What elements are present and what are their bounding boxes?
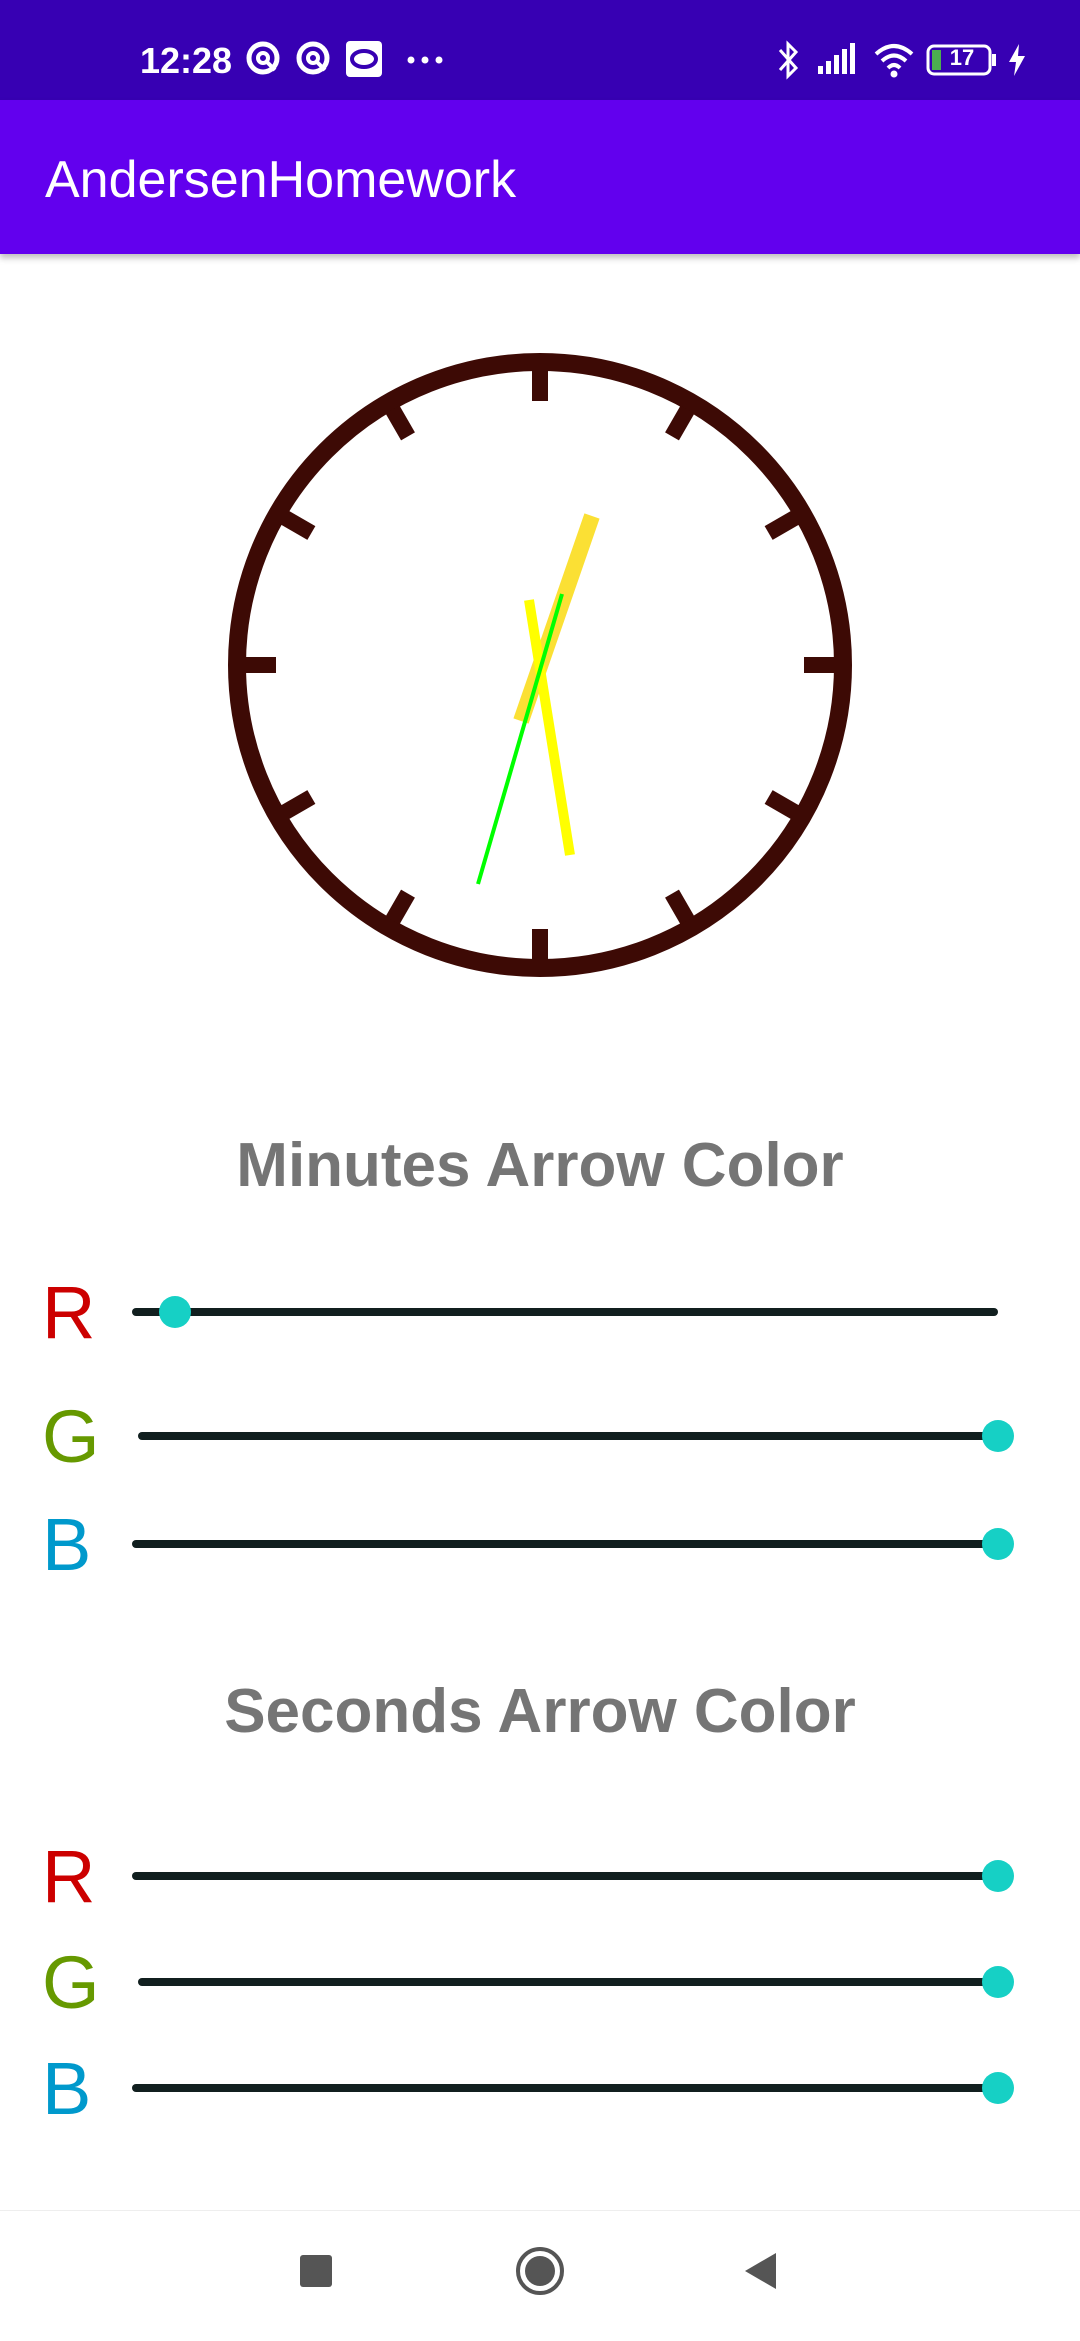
back-triangle-icon[interactable] bbox=[742, 2251, 780, 2291]
channel-label-g: G bbox=[42, 1395, 100, 1478]
seconds-slider-b: B bbox=[0, 2044, 1080, 2134]
slider-track[interactable] bbox=[132, 2072, 1014, 2104]
clock-tick bbox=[280, 510, 316, 540]
app-bar: AndersenHomework bbox=[0, 100, 1080, 254]
clock-tick bbox=[665, 405, 695, 441]
slider-track[interactable] bbox=[138, 1420, 1014, 1452]
seconds-slider-r: R bbox=[0, 1832, 1080, 1922]
slider-track[interactable] bbox=[132, 1296, 998, 1328]
home-circle-icon[interactable] bbox=[514, 2245, 566, 2297]
analog-clock bbox=[228, 353, 852, 977]
slider-track[interactable] bbox=[132, 1528, 1014, 1560]
slider-thumb[interactable] bbox=[159, 1296, 192, 1328]
charging-icon bbox=[1009, 44, 1025, 76]
slider-thumb[interactable] bbox=[982, 1528, 1014, 1560]
status-bar: 12:28 17 bbox=[0, 0, 1080, 100]
bluetooth-icon bbox=[778, 40, 799, 80]
battery-level: 17 bbox=[949, 45, 975, 70]
sync-icon bbox=[246, 41, 280, 75]
clock-tick bbox=[385, 889, 415, 925]
minutes-section-title: Minutes Arrow Color bbox=[236, 1131, 844, 1200]
slider-thumb[interactable] bbox=[982, 1966, 1014, 1998]
clock-tick bbox=[764, 510, 800, 540]
seconds-slider-g: G bbox=[0, 1938, 1080, 2028]
channel-label-g: G bbox=[42, 1941, 100, 2024]
nav-bar bbox=[0, 2210, 1080, 2341]
slider-thumb[interactable] bbox=[982, 1860, 1014, 1892]
signal-icon bbox=[818, 43, 855, 74]
minutes-slider-r: R bbox=[0, 1268, 1080, 1358]
minutes-slider-b: B bbox=[0, 1500, 1080, 1590]
slider-thumb[interactable] bbox=[982, 2072, 1014, 2104]
wifi-icon bbox=[874, 44, 914, 78]
channel-label-r: R bbox=[42, 1835, 96, 1918]
clock-tick bbox=[280, 790, 316, 820]
battery-icon: 17 bbox=[926, 40, 998, 80]
channel-label-r: R bbox=[42, 1271, 96, 1354]
minutes-slider-g: G bbox=[0, 1392, 1080, 1482]
clock-tick bbox=[385, 405, 415, 441]
slider-track[interactable] bbox=[132, 1860, 1014, 1892]
status-right-icons: 17 bbox=[774, 40, 1025, 84]
more-dots-icon bbox=[407, 56, 443, 64]
status-time: 12:28 bbox=[140, 40, 233, 81]
clock-tick bbox=[764, 790, 800, 820]
clock-tick bbox=[665, 889, 695, 925]
app-title: AndersenHomework bbox=[45, 151, 517, 209]
channel-label-b: B bbox=[42, 1503, 92, 1586]
slider-track[interactable] bbox=[138, 1966, 1014, 1998]
sync-icon bbox=[296, 41, 330, 75]
seconds-section-title: Seconds Arrow Color bbox=[224, 1677, 856, 1746]
screen-record-icon bbox=[346, 41, 382, 77]
channel-label-b: B bbox=[42, 2047, 92, 2130]
recents-square-icon[interactable] bbox=[298, 2253, 334, 2289]
slider-thumb[interactable] bbox=[982, 1420, 1014, 1452]
